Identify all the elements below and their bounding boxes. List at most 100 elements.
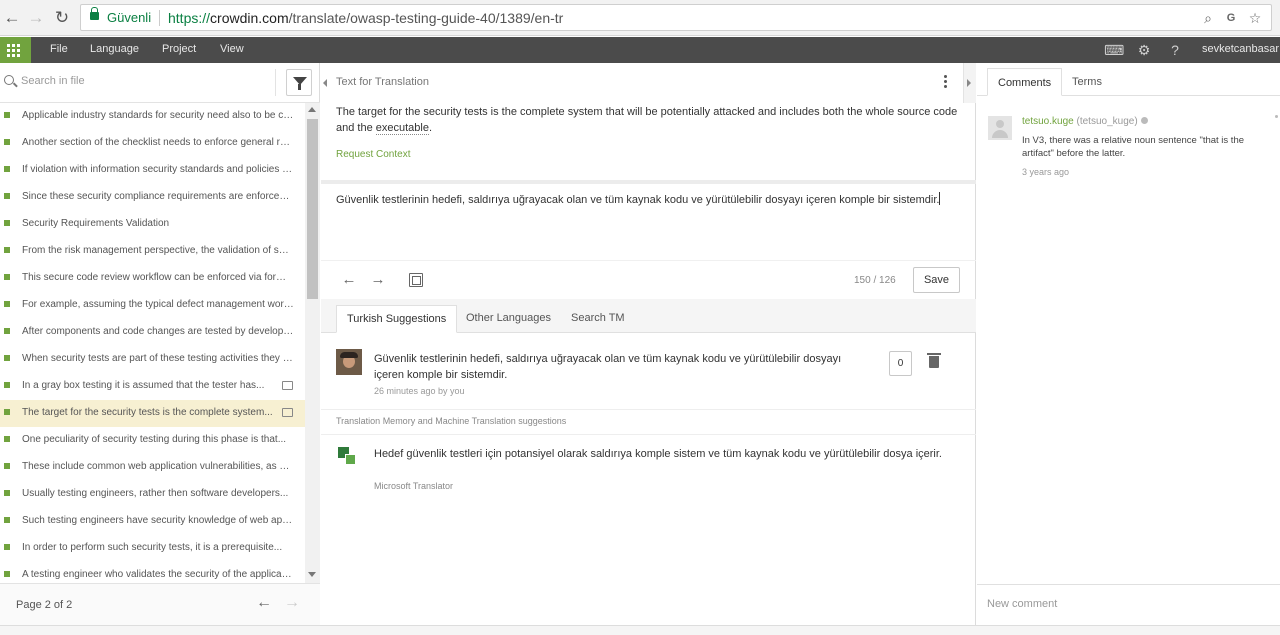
translation-textarea[interactable]: Güvenlik testlerinin hedefi, saldırıya u…: [336, 192, 961, 206]
string-list: Applicable industry standards for securi…: [0, 103, 305, 583]
string-row[interactable]: In order to perform such security tests,…: [0, 535, 305, 562]
string-text: A testing engineer who validates the sec…: [22, 569, 294, 580]
scroll-down-icon[interactable]: [308, 572, 316, 577]
translate-icon[interactable]: G: [1222, 9, 1240, 27]
string-row[interactable]: Applicable industry standards for securi…: [0, 103, 305, 130]
forward-icon[interactable]: →: [24, 6, 48, 30]
translated-status-icon: [4, 166, 10, 172]
tab-terms[interactable]: Terms: [1062, 68, 1112, 96]
more-options-icon[interactable]: [944, 75, 948, 89]
string-row[interactable]: When security tests are part of these te…: [0, 346, 305, 373]
back-icon[interactable]: ←: [0, 6, 24, 30]
apps-grid-icon[interactable]: [0, 37, 31, 63]
string-row[interactable]: Security Requirements Validation: [0, 211, 305, 238]
translated-status-icon: [4, 274, 10, 280]
menu-language[interactable]: Language: [90, 43, 139, 55]
string-text: From the risk management perspective, th…: [22, 245, 294, 256]
vote-count[interactable]: 0: [889, 351, 912, 376]
next-string-icon[interactable]: →: [368, 270, 388, 290]
url-path: /translate/owasp-testing-guide-40/1389/e…: [288, 10, 564, 26]
string-text: Applicable industry standards for securi…: [22, 110, 294, 121]
string-text: When security tests are part of these te…: [22, 353, 294, 364]
string-row[interactable]: In a gray box testing it is assumed that…: [0, 373, 305, 400]
tab-turkish-suggestions[interactable]: Turkish Suggestions: [336, 305, 458, 333]
star-icon[interactable]: ☆: [1246, 9, 1264, 27]
string-row[interactable]: From the risk management perspective, th…: [0, 238, 305, 265]
suggestion-divider: [321, 409, 976, 410]
address-bar[interactable]: Güvenli https://crowdin.com/translate/ow…: [80, 4, 1272, 31]
string-text: If violation with information security s…: [22, 164, 294, 175]
comment-author-name: tetsuo.kuge: [1022, 116, 1074, 127]
comments-panel: Comments Terms tetsuo.kuge (tetsuo_kuge)…: [977, 63, 1280, 625]
request-context-link[interactable]: Request Context: [336, 149, 411, 160]
collapse-left-icon[interactable]: [323, 79, 327, 87]
string-text: These include common web application vul…: [22, 461, 294, 472]
string-text: Another section of the checklist needs t…: [22, 137, 294, 148]
scroll-up-icon[interactable]: [308, 107, 316, 112]
suggestion-text[interactable]: Güvenlik testlerinin hedefi, saldırıya u…: [374, 351, 869, 383]
string-row[interactable]: Such testing engineers have security kno…: [0, 508, 305, 535]
status-strip: [0, 625, 1280, 635]
strings-panel: Applicable industry standards for securi…: [0, 63, 320, 625]
suggestion-tabs: Turkish Suggestions Other Languages Sear…: [321, 299, 976, 333]
user-name[interactable]: sevketcanbasar: [1202, 43, 1279, 55]
help-icon[interactable]: ?: [1166, 41, 1184, 59]
comment-icon: [282, 408, 293, 417]
verified-icon: [1140, 117, 1148, 124]
menu-file[interactable]: File: [50, 43, 68, 55]
next-page-icon[interactable]: →: [284, 594, 300, 612]
copy-source-icon[interactable]: [409, 273, 423, 287]
string-row-active[interactable]: The target for the security tests is the…: [0, 400, 305, 427]
tab-search-tm[interactable]: Search TM: [561, 305, 635, 333]
translated-status-icon: [4, 220, 10, 226]
string-text: Usually testing engineers, rather then s…: [22, 488, 289, 499]
translated-status-icon: [4, 193, 10, 199]
previous-string-icon[interactable]: ←: [339, 270, 359, 290]
reload-icon[interactable]: ↻: [50, 6, 74, 30]
editor-panel: Text for Translation The target for the …: [321, 63, 976, 625]
translated-status-icon: [4, 571, 10, 577]
translated-status-icon: [4, 463, 10, 469]
url-text[interactable]: https://crowdin.com/translate/owasp-test…: [168, 10, 563, 26]
filter-icon[interactable]: [286, 69, 312, 96]
string-text: The target for the security tests is the…: [22, 407, 273, 418]
string-row[interactable]: If violation with information security s…: [0, 157, 305, 184]
string-row[interactable]: These include common web application vul…: [0, 454, 305, 481]
tab-comments[interactable]: Comments: [987, 68, 1063, 96]
string-list-scrollbar[interactable]: [305, 103, 320, 583]
tab-other-languages[interactable]: Other Languages: [456, 305, 561, 333]
prev-page-icon[interactable]: ←: [256, 594, 272, 612]
app-menu-bar: File Language Project View ⌨ ⚙ ? sevketc…: [0, 37, 1280, 63]
comment-author-handle: (tetsuo_kuge): [1076, 116, 1138, 127]
string-row[interactable]: After components and code changes are te…: [0, 319, 305, 346]
source-text: The target for the security tests is the…: [336, 104, 961, 136]
translated-status-icon: [4, 409, 10, 415]
keyboard-icon[interactable]: ⌨: [1104, 41, 1124, 59]
string-row[interactable]: A testing engineer who validates the sec…: [0, 562, 305, 583]
mt-suggestion-text[interactable]: Hedef güvenlik testleri için potansiyel …: [374, 446, 954, 462]
string-row[interactable]: One peculiarity of security testing duri…: [0, 427, 305, 454]
file-search: [0, 63, 320, 103]
comment-menu-icon[interactable]: [1275, 115, 1278, 118]
string-row[interactable]: Since these security compliance requirem…: [0, 184, 305, 211]
gear-icon[interactable]: ⚙: [1135, 41, 1153, 59]
string-row[interactable]: Usually testing engineers, rather then s…: [0, 481, 305, 508]
collapse-right-icon[interactable]: [967, 79, 971, 87]
zoom-icon[interactable]: ⌕: [1199, 9, 1217, 27]
string-row[interactable]: For example, assuming the typical defect…: [0, 292, 305, 319]
scroll-thumb[interactable]: [307, 119, 318, 299]
string-text: Since these security compliance requirem…: [22, 191, 294, 202]
menu-view[interactable]: View: [220, 43, 244, 55]
comment-author[interactable]: tetsuo.kuge (tetsuo_kuge): [1022, 116, 1148, 127]
new-comment-input[interactable]: [987, 598, 1267, 610]
translated-status-icon: [4, 355, 10, 361]
trash-icon[interactable]: [927, 353, 941, 368]
glossary-term[interactable]: executable: [375, 122, 429, 135]
menu-project[interactable]: Project: [162, 43, 196, 55]
string-row[interactable]: This secure code review workflow can be …: [0, 265, 305, 292]
save-button[interactable]: Save: [913, 267, 960, 293]
search-input[interactable]: [21, 75, 261, 87]
string-row[interactable]: Another section of the checklist needs t…: [0, 130, 305, 157]
new-comment-box: [977, 584, 1280, 625]
search-icon: [4, 75, 14, 85]
